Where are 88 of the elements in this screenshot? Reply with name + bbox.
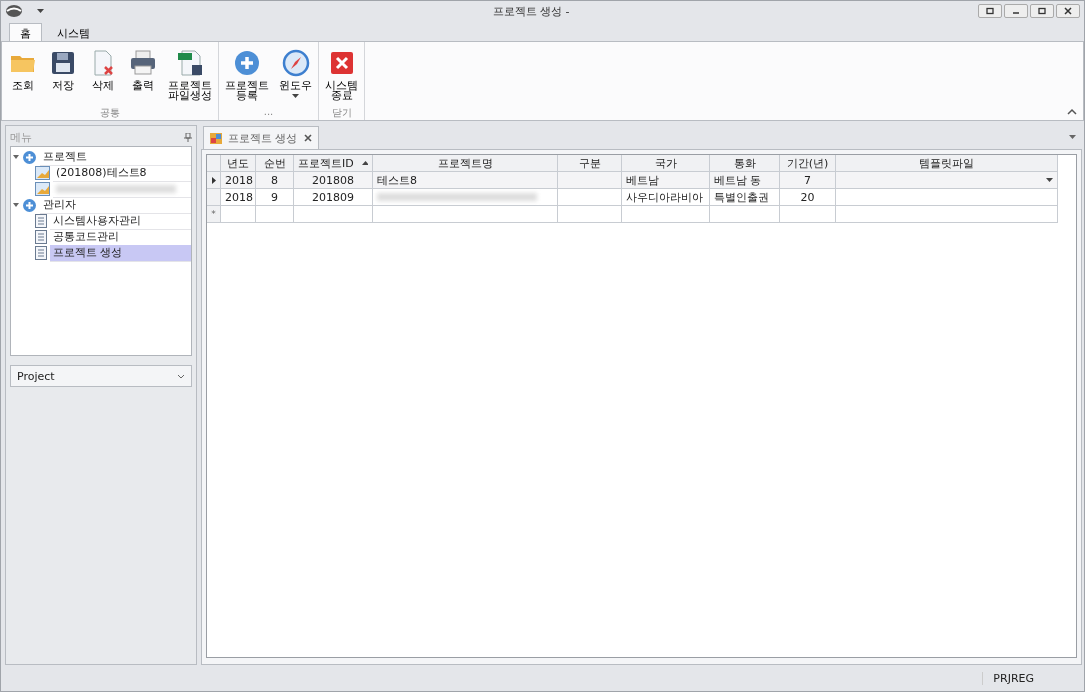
chart-icon [35, 182, 50, 196]
table-cell [558, 172, 622, 189]
close-icon[interactable] [303, 134, 312, 142]
plus-circle-icon [22, 149, 37, 165]
table-cell: 20 [780, 189, 836, 206]
new-row-marker: * [207, 206, 221, 223]
restore-icon [985, 7, 995, 15]
excel-icon [175, 48, 205, 78]
header-corner [207, 155, 221, 172]
column-header[interactable]: 년도 [221, 155, 256, 172]
document-icon [35, 246, 47, 260]
ribbon-button[interactable]: 프로젝트 파일생성 [164, 46, 216, 106]
table-cell[interactable] [558, 206, 622, 223]
table-cell: 9 [256, 189, 294, 206]
ribbon-button[interactable]: 윈도우 [275, 46, 316, 106]
ribbon-button[interactable]: 삭제 [84, 46, 122, 106]
compass-icon [280, 48, 311, 78]
table-cell: 201809 [294, 189, 373, 206]
table-cell: 사우디아라비아 [622, 189, 710, 206]
table-cell[interactable] [836, 172, 1058, 189]
maximize-icon [1037, 7, 1047, 15]
column-header[interactable]: 순번 [256, 155, 294, 172]
column-header[interactable]: 기간(년) [780, 155, 836, 172]
tree-item[interactable]: (201808)테스트8 [53, 164, 191, 182]
print-icon [128, 48, 158, 78]
plus-circle-icon [22, 197, 37, 213]
quick-access-caret-icon [37, 9, 44, 13]
pin-icon[interactable] [184, 132, 192, 142]
app-logo-icon[interactable] [5, 4, 23, 18]
current-row-icon [211, 176, 216, 184]
table-cell: 2018 [221, 172, 256, 189]
dropdown[interactable]: Project [10, 365, 192, 387]
window-title: 프로젝트 생성 - [492, 3, 570, 19]
table-cell[interactable] [710, 206, 780, 223]
table-cell: 2018 [221, 189, 256, 206]
column-header[interactable]: 통화 [710, 155, 780, 172]
ribbon-tab[interactable]: 시스템 [46, 23, 101, 42]
add-icon [232, 48, 262, 78]
tab-list-caret-icon[interactable] [1069, 135, 1076, 139]
chart-icon [35, 166, 50, 180]
table-cell[interactable] [294, 206, 373, 223]
tree-item[interactable]: 관리자 [40, 196, 191, 214]
table-cell: 7 [780, 172, 836, 189]
status-text: PRJREG [982, 671, 1084, 685]
sort-ascending-icon [361, 161, 368, 165]
document-icon [35, 214, 47, 228]
table-cell[interactable] [373, 206, 558, 223]
ribbon-button[interactable]: 출력 [124, 46, 162, 106]
column-header[interactable]: 프로젝트명 [373, 155, 558, 172]
table-cell[interactable] [221, 206, 256, 223]
close-icon [1063, 7, 1073, 15]
table-cell: 201808 [294, 172, 373, 189]
restore-button[interactable] [978, 4, 1002, 18]
table-cell: 8 [256, 172, 294, 189]
chevron-down-icon [177, 373, 185, 379]
close-button[interactable] [1056, 4, 1080, 18]
tree-item[interactable]: 시스템사용자관리 [50, 212, 191, 230]
maximize-button[interactable] [1030, 4, 1054, 18]
group-label: 닫기 [330, 106, 353, 120]
table-cell: 베트남 동 [710, 172, 780, 189]
minimize-button[interactable] [1004, 4, 1028, 18]
tree-item[interactable]: 프로젝트 [40, 148, 191, 166]
ribbon-button[interactable]: 조회 [4, 46, 42, 106]
collapse-ribbon-icon[interactable] [1067, 108, 1077, 116]
group-label: ... [262, 106, 275, 119]
column-header[interactable]: 국가 [622, 155, 710, 172]
column-header[interactable]: 프로젝트ID [294, 155, 373, 172]
ribbon-button[interactable]: 프로젝트 등록 [221, 46, 273, 106]
table-cell[interactable] [256, 206, 294, 223]
table-cell[interactable] [622, 206, 710, 223]
ribbon-button[interactable]: 저장 [44, 46, 82, 106]
table-cell: 특별인출권 [710, 189, 780, 206]
column-header[interactable]: 구분 [558, 155, 622, 172]
panel-title: 메뉴 [10, 129, 32, 145]
tree-item[interactable]: 프로젝트 생성 [50, 244, 191, 262]
document-tab[interactable]: 프로젝트 생성 [203, 126, 319, 149]
row-header[interactable] [207, 172, 221, 189]
group-label: 공통 [99, 106, 121, 120]
table-cell: 테스트8 [373, 172, 558, 189]
ribbon-button[interactable]: 시스템 종료 [321, 46, 362, 106]
column-header[interactable]: 템플릿파일 [836, 155, 1058, 172]
document-icon [35, 230, 47, 244]
form-icon [210, 132, 222, 144]
table-cell: 베트남 [622, 172, 710, 189]
table-cell[interactable] [780, 206, 836, 223]
table-cell[interactable] [836, 206, 1058, 223]
expander-icon[interactable] [13, 154, 19, 160]
expander-icon[interactable] [13, 202, 19, 208]
